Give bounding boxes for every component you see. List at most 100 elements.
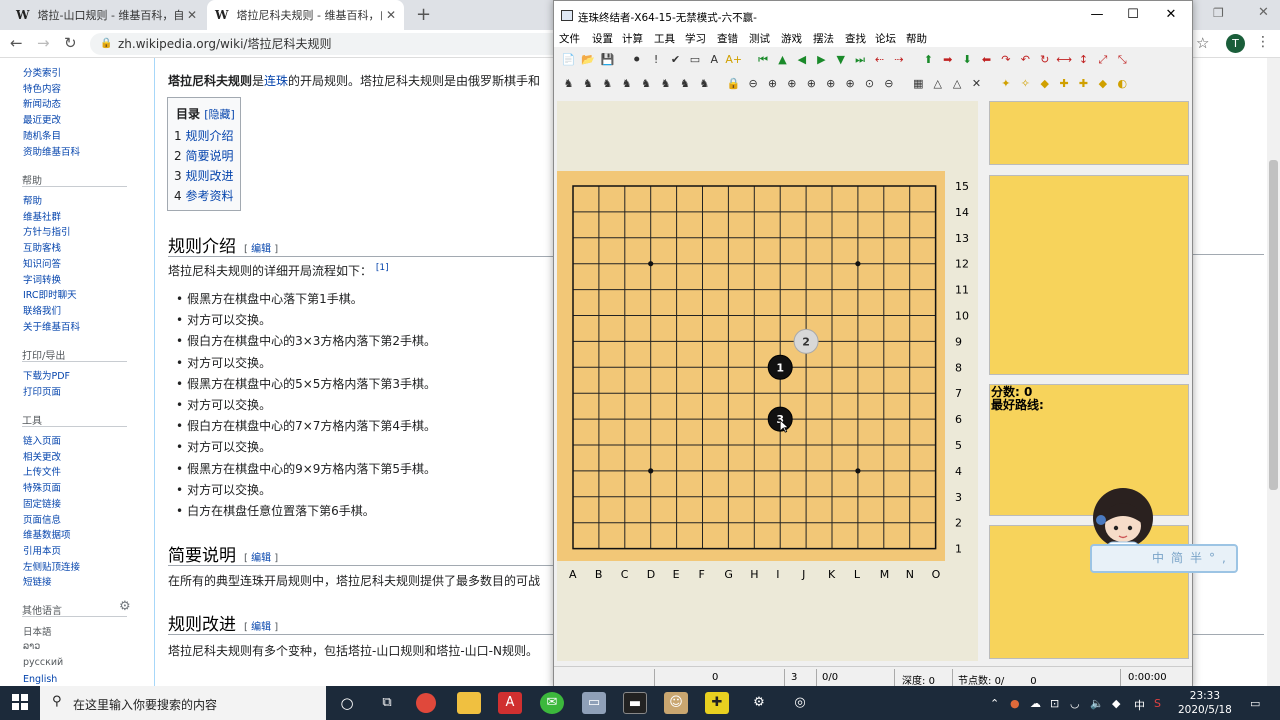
toc-link[interactable]: 简要说明 <box>185 149 233 163</box>
menu-item[interactable]: 学习 <box>685 31 706 46</box>
toc-item[interactable]: 2 简要说明 <box>174 146 233 166</box>
rotate-up-icon[interactable]: ⬆ <box>920 51 937 68</box>
flip-ccw-icon[interactable]: ↶ <box>1017 51 1034 68</box>
gomoku-board[interactable]: 151413121110987654321A B C D E F G H I J K L M N O123 <box>557 171 977 591</box>
sidebar-link[interactable]: 资助维基百科 <box>23 144 80 158</box>
window-restore-icon[interactable]: ❐ <box>1213 6 1224 20</box>
rotate-left-icon[interactable]: ⬅ <box>978 51 995 68</box>
tray-ime-lang[interactable]: 中 <box>1134 697 1145 713</box>
edit-link[interactable]: [ 编辑 ] <box>244 622 278 633</box>
sidebar-link[interactable]: 关于维基百科 <box>23 319 80 333</box>
rotate-right-icon[interactable]: ➡ <box>939 51 956 68</box>
anti-diag-icon[interactable]: ⤡ <box>1114 51 1131 68</box>
triangle-icon[interactable]: △ <box>929 75 946 92</box>
window-close-icon[interactable]: ✕ <box>1258 5 1269 20</box>
sidebar-link[interactable]: 新闻动态 <box>23 96 61 110</box>
toc-item[interactable]: 3 规则改进 <box>174 166 233 186</box>
close-button[interactable]: ✕ <box>1156 7 1186 22</box>
diamond-icon[interactable]: ◆ <box>1094 75 1111 92</box>
zoom-icon[interactable]: ⊕ <box>822 75 839 92</box>
sidebar-link[interactable]: 特殊页面 <box>23 480 61 494</box>
rotate-down-icon[interactable]: ⬇ <box>959 51 976 68</box>
sidebar-link[interactable]: 维基社群 <box>23 209 61 223</box>
tray-wifi-icon[interactable]: ◡ <box>1070 697 1080 710</box>
plus-icon[interactable]: ✚ <box>1056 75 1073 92</box>
bookmark-star-icon[interactable]: ☆ <box>1196 34 1209 52</box>
browser-menu-icon[interactable]: ⋮ <box>1256 34 1270 50</box>
forward-branch-icon[interactable]: ⇢ <box>890 51 907 68</box>
star-icon[interactable]: ✧ <box>1017 75 1034 92</box>
lock-icon[interactable]: 🔒 <box>725 75 742 92</box>
sidebar-link[interactable]: 分类索引 <box>23 65 61 79</box>
forward-icon[interactable]: → <box>37 34 50 52</box>
action-center-icon[interactable]: ▭ <box>1250 697 1260 710</box>
sidebar-link[interactable]: 相关更改 <box>23 449 61 463</box>
chrome-icon[interactable] <box>416 693 436 713</box>
sidebar-link[interactable]: 链入页面 <box>23 433 61 447</box>
sidebar-link[interactable]: 固定链接 <box>23 496 61 510</box>
menu-item[interactable]: 查找 <box>845 31 866 46</box>
menu-item[interactable]: 计算 <box>622 31 643 46</box>
edit-label[interactable]: 编辑 <box>251 244 271 255</box>
zoom-icon[interactable]: ⊕ <box>783 75 800 92</box>
cortana-icon[interactable]: ○ <box>335 692 359 714</box>
search-tool-icon[interactable]: ♞ <box>560 75 577 92</box>
sidebar-link[interactable]: IRC即时聊天 <box>23 287 77 301</box>
sidebar-link[interactable]: 打印页面 <box>23 384 61 398</box>
label-a-icon[interactable]: A <box>706 51 723 68</box>
task-view-icon[interactable]: ⧉ <box>375 692 399 714</box>
plus-icon[interactable]: ✚ <box>1075 75 1092 92</box>
mirror-v-icon[interactable]: ↕ <box>1075 51 1092 68</box>
rotate-icon[interactable]: ↻ <box>1036 51 1053 68</box>
tray-cloud-icon[interactable]: ☁ <box>1030 697 1041 710</box>
acrobat-icon[interactable]: A <box>498 692 522 714</box>
toc-link[interactable]: 参考资料 <box>185 189 233 203</box>
wechat-icon[interactable]: ✉ <box>540 692 564 714</box>
sidebar-link[interactable]: 页面信息 <box>23 512 61 526</box>
first-move-icon[interactable]: ⏮ <box>755 51 772 68</box>
search-tool-icon[interactable]: ♞ <box>618 75 635 92</box>
obs-icon[interactable]: ◎ <box>788 692 812 714</box>
language-link[interactable]: English <box>23 674 57 685</box>
sidebar-link[interactable]: 左侧贴顶连接 <box>23 559 80 573</box>
toc-toggle[interactable]: [隐藏] <box>204 108 235 121</box>
tab-tara-yamaguchi[interactable]: W 塔拉-山口规则 - 维基百科，自由的百科全书 ✕ <box>8 0 205 30</box>
tray-volume-icon[interactable]: 🔈 <box>1090 697 1104 710</box>
clear-icon[interactable]: ✕ <box>968 75 985 92</box>
mirror-h-icon[interactable]: ⟷ <box>1056 51 1073 68</box>
zoom-in-icon[interactable]: ⊕ <box>764 75 781 92</box>
windows-start-icon[interactable] <box>12 694 28 710</box>
app-window-icon[interactable]: ▭ <box>582 692 606 714</box>
down-icon[interactable]: ▼ <box>832 51 849 68</box>
open-file-icon[interactable]: 📂 <box>579 51 596 68</box>
edit-label[interactable]: 编辑 <box>251 622 271 633</box>
tray-app-icon[interactable]: ● <box>1010 697 1020 710</box>
warning-icon[interactable]: ! <box>648 51 665 68</box>
triangle-icon[interactable]: △ <box>949 75 966 92</box>
sidebar-link[interactable]: 联络我们 <box>23 303 61 317</box>
menu-item[interactable]: 帮助 <box>906 31 927 46</box>
profile-avatar[interactable]: T <box>1226 34 1245 53</box>
reload-icon[interactable]: ↻ <box>64 34 77 52</box>
sidebar-link[interactable]: 短链接 <box>23 574 52 588</box>
language-link[interactable]: ລາວ <box>23 641 40 652</box>
prev-move-icon[interactable]: ◀ <box>793 51 810 68</box>
search-tool-icon[interactable]: ♞ <box>599 75 616 92</box>
tray-expand-icon[interactable]: ⌃ <box>990 697 999 710</box>
diag-icon[interactable]: ⤢ <box>1094 51 1111 68</box>
tab-taranikov[interactable]: W 塔拉尼科夫规则 - 维基百科，自由的百科全书 ✕ <box>207 0 404 30</box>
scrollbar-thumb[interactable] <box>1269 160 1278 490</box>
menu-item[interactable]: 游戏 <box>781 31 802 46</box>
language-link[interactable]: русский <box>23 657 63 668</box>
maximize-button[interactable]: ☐ <box>1118 7 1148 22</box>
menu-item[interactable]: 设置 <box>592 31 613 46</box>
moon-icon[interactable]: ◐ <box>1114 75 1131 92</box>
minimize-button[interactable]: — <box>1082 7 1112 22</box>
menu-item[interactable]: 摆法 <box>813 31 834 46</box>
sidebar-link[interactable]: 上传文件 <box>23 464 61 478</box>
language-settings-gear-icon[interactable]: ⚙ <box>119 599 131 614</box>
save-file-icon[interactable]: 💾 <box>599 51 616 68</box>
file-explorer-icon[interactable] <box>457 692 481 714</box>
lock-icon[interactable]: 🔒 <box>100 38 112 49</box>
back-branch-icon[interactable]: ⇠ <box>871 51 888 68</box>
